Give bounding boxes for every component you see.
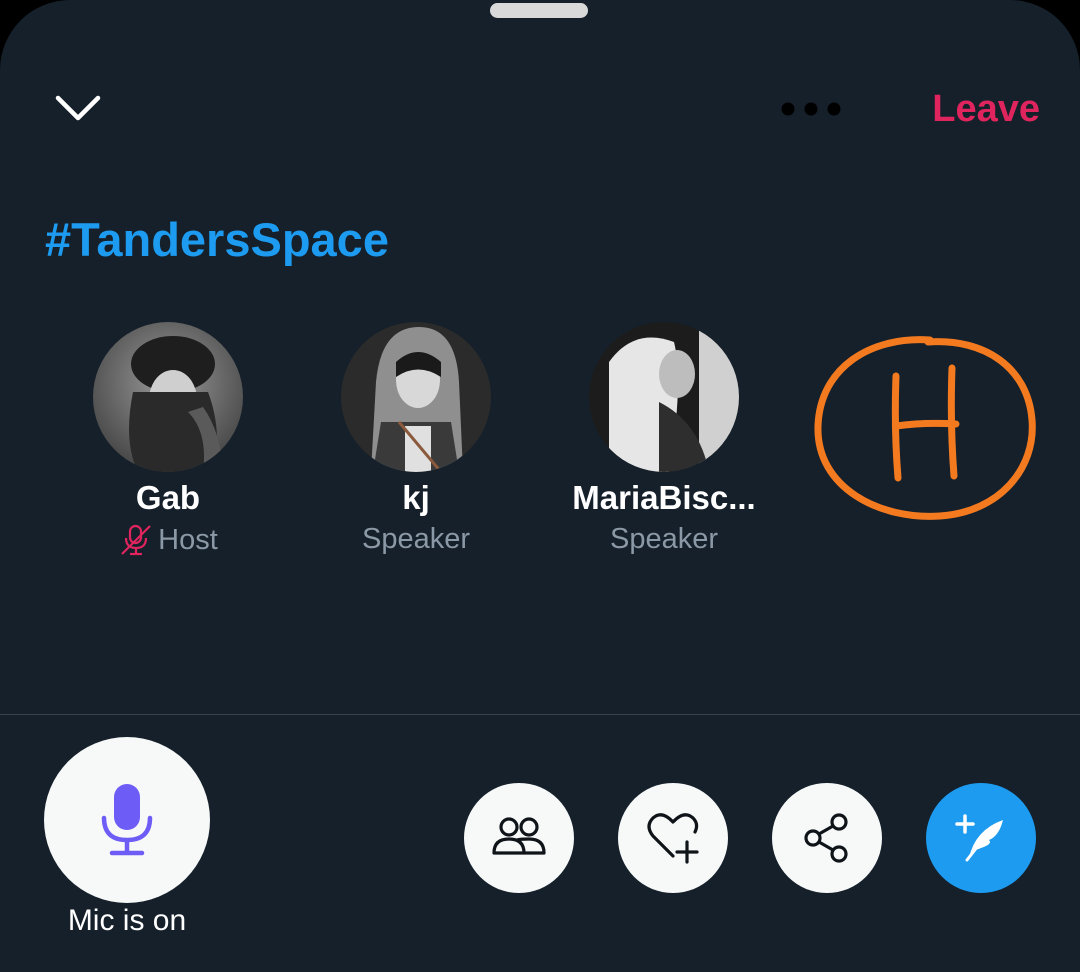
mic-status-label: Mic is on bbox=[67, 904, 187, 937]
more-horizontal-icon bbox=[781, 102, 841, 116]
share-button[interactable] bbox=[772, 783, 882, 893]
participant-kj[interactable]: kj Speaker bbox=[292, 322, 540, 556]
avatar bbox=[341, 322, 491, 472]
annotation-circle-h bbox=[814, 336, 1036, 520]
participant-role: Speaker bbox=[361, 523, 470, 555]
divider bbox=[0, 714, 1080, 715]
participant-role: Host bbox=[158, 524, 218, 556]
microphone-icon bbox=[101, 784, 153, 856]
participant-name: Gab bbox=[135, 479, 201, 516]
compose-tweet-button[interactable] bbox=[926, 783, 1036, 893]
mic-off-icon bbox=[121, 524, 151, 556]
compose-tweet-icon bbox=[955, 814, 1003, 862]
participant-name: kj bbox=[402, 479, 430, 516]
share-icon bbox=[804, 813, 848, 863]
participants-button[interactable] bbox=[464, 783, 574, 893]
heart-plus-icon bbox=[647, 813, 699, 864]
participant-mariabisc[interactable]: MariaBisc... Speaker bbox=[540, 322, 788, 556]
collapse-button[interactable] bbox=[48, 84, 108, 134]
participant-role-row: Speaker bbox=[540, 522, 788, 556]
chevron-down-icon bbox=[55, 95, 101, 121]
people-icon bbox=[492, 817, 546, 855]
mic-button[interactable] bbox=[44, 737, 210, 903]
participant-role: Speaker bbox=[609, 523, 718, 555]
avatar bbox=[589, 322, 739, 472]
more-options-button[interactable] bbox=[776, 92, 848, 126]
participant-role-row: Host bbox=[44, 522, 292, 558]
avatar bbox=[93, 322, 243, 472]
drag-handle[interactable] bbox=[490, 3, 588, 18]
space-title[interactable]: #TandersSpace bbox=[45, 212, 389, 268]
participant-role-row: Speaker bbox=[292, 522, 540, 556]
react-button[interactable] bbox=[618, 783, 728, 893]
space-sheet: Leave #TandersSpace Gab Host kj Speaker … bbox=[0, 0, 1080, 972]
leave-button[interactable]: Leave bbox=[900, 86, 1040, 132]
participant-gab[interactable]: Gab Host bbox=[44, 322, 292, 558]
participant-name: MariaBisc... bbox=[572, 479, 756, 516]
